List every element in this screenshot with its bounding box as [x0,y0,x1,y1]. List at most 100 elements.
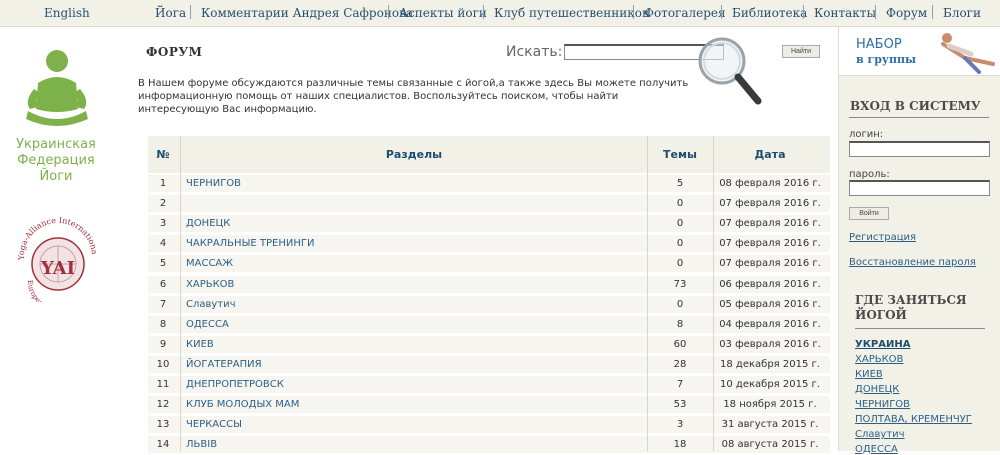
row-number: 4 [159,238,167,250]
table-row: 3 ДОНЕЦК 0 07 февраля 2016 г. [148,215,830,233]
nav-separator [803,5,804,19]
page-title: ФОРУМ [146,45,203,59]
row-number: 13 [156,419,170,431]
section-link[interactable]: ЧЕРНИГОВ [186,178,241,189]
right-sidebar: НАБОР в группы ВХОД В СИСТЕМУ логин: пар… [838,27,1000,455]
register-link[interactable]: Регистрация [849,232,916,243]
section-link[interactable]: КЛУБ МОЛОДЫХ МАМ [186,399,299,410]
topics-count: 60 [673,338,687,350]
col-header-section: Разделы [385,148,443,161]
last-post-date: 07 февраля 2016 г. [719,258,821,270]
section-link[interactable]: МАССАЖ [186,258,233,269]
recruitment-banner[interactable]: НАБОР в группы [839,27,1000,76]
federation-logo-icon[interactable] [4,49,114,129]
nav-separator [483,5,484,19]
section-link[interactable]: ЧЕРКАССЫ [186,419,242,430]
table-row: 7 Славутич 0 05 февраля 2016 г. [148,295,830,313]
col-header-date: Дата [754,148,786,161]
topics-count: 53 [673,399,687,411]
nav-item-aspects[interactable]: Аспекты йоги [399,6,487,20]
nav-item-library[interactable]: Библиотека [732,6,807,20]
nav-item-contacts[interactable]: Контакты [814,6,876,20]
table-row: 13 ЧЕРКАССЫ 3 31 августа 2015 г. [148,416,830,434]
top-navigation: English Йога Комментарии Андрея Сафронов… [0,0,1000,27]
heading-underline [849,117,989,118]
city-link[interactable]: ХАРЬКОВ [855,354,903,365]
city-link[interactable]: ОДЕССА [855,444,898,455]
last-post-date: 31 августа 2015 г. [721,419,819,431]
nav-separator [875,5,876,19]
magnifier-icon [698,37,762,105]
section-link[interactable]: ДНЕПРОПЕТРОВСК [186,379,284,390]
nav-separator [932,5,933,19]
search-button[interactable]: Найти [782,45,820,58]
nav-item-yoga[interactable]: Йога [155,6,186,20]
nav-separator [633,5,634,19]
row-number: 1 [159,178,167,189]
banner-subtitle: в группы [856,53,917,66]
city-link[interactable]: ЧЕРНИГОВ [855,399,910,410]
col-header-topics: Темы [663,148,697,161]
password-field[interactable] [849,180,990,196]
topics-count: 3 [676,419,684,431]
section-link[interactable]: ДОНЕЦК [186,218,230,229]
banner-title: НАБОР [856,37,902,52]
yoga-alliance-seal[interactable]: Yoga-Alliance International YAI European… [10,210,102,302]
section-link[interactable]: ЙОГАТЕРАПИЯ [186,359,262,370]
row-number: 11 [156,379,170,390]
nav-item-travel-club[interactable]: Клуб путешественников [494,6,649,20]
col-header-num: № [156,148,170,161]
row-number: 8 [159,318,167,330]
section-link[interactable]: КИЕВ [186,339,214,350]
topics-count: 0 [676,238,684,250]
table-row: 12 КЛУБ МОЛОДЫХ МАМ 53 18 ноября 2015 г. [148,396,830,414]
nav-item-blogs[interactable]: Блоги [943,6,981,20]
table-row: 9 КИЕВ 60 03 февраля 2016 г. [148,335,830,353]
nav-item-gallery[interactable]: Фотогалерея [644,6,726,20]
last-post-date: 18 декабря 2015 г. [720,358,820,370]
stretching-woman-image [941,33,995,74]
row-number: 14 [156,439,170,451]
heading-underline [855,328,985,329]
city-link[interactable]: Славутич [855,429,905,440]
restore-password-link[interactable]: Восстановление пароля [849,257,976,268]
topics-count: 0 [676,218,684,230]
last-post-date: 07 февраля 2016 г. [719,198,821,210]
nav-item-forum[interactable]: Форум [886,6,927,20]
nav-english-link[interactable]: English [44,6,90,20]
section-link[interactable]: ОДЕССА [186,319,229,330]
last-post-date: 06 февраля 2016 г. [719,278,821,290]
last-post-date: 08 февраля 2016 г. [719,178,821,189]
last-post-date: 03 февраля 2016 г. [719,338,821,350]
login-heading: ВХОД В СИСТЕМУ [850,99,981,113]
city-link[interactable]: ПОЛТАВА, КРЕМЕНЧУГ [855,414,972,425]
column-divider [180,136,181,451]
section-link[interactable]: ХАРЬКОВ [186,279,234,290]
last-post-date: 07 февраля 2016 г. [719,238,821,250]
login-button[interactable]: Войти [849,207,889,220]
table-row: 2 0 07 февраля 2016 г. [148,195,830,213]
forum-intro: В Нашем форуме обсуждаются различные тем… [138,78,689,115]
topics-count: 18 [673,439,687,451]
last-post-date: 08 августа 2015 г. [721,439,819,451]
section-link[interactable]: ЧАКРАЛЬНЫЕ ТРЕНИНГИ [186,238,314,249]
section-link[interactable]: Славутич [186,299,236,310]
table-row: 10 ЙОГАТЕРАПИЯ 28 18 декабря 2015 г. [148,355,830,373]
login-field[interactable] [849,141,990,157]
search-label: Искать: [506,44,563,60]
table-row: 6 ХАРЬКОВ 73 06 февраля 2016 г. [148,275,830,293]
row-number: 2 [159,198,167,210]
row-number: 7 [159,298,167,310]
nav-item-comments[interactable]: Комментарии Андрея Сафронова [201,6,413,20]
federation-name: Украинская Федерация Йоги [16,137,96,184]
topics-count: 8 [676,318,684,330]
city-link[interactable]: ДОНЕЦК [855,384,899,395]
city-link[interactable]: КИЕВ [855,369,883,380]
login-label: логин: [849,129,884,140]
table-row: 5 МАССАЖ 0 07 февраля 2016 г. [148,255,830,273]
row-number: 9 [159,338,167,350]
table-row: 11 ДНЕПРОПЕТРОВСК 7 10 декабря 2015 г. [148,376,830,393]
city-link[interactable]: УКРАИНА [855,339,910,350]
section-link[interactable]: ЛЬВІВ [186,439,217,450]
table-row: 4 ЧАКРАЛЬНЫЕ ТРЕНИНГИ 0 07 февраля 2016 г. [148,235,830,253]
